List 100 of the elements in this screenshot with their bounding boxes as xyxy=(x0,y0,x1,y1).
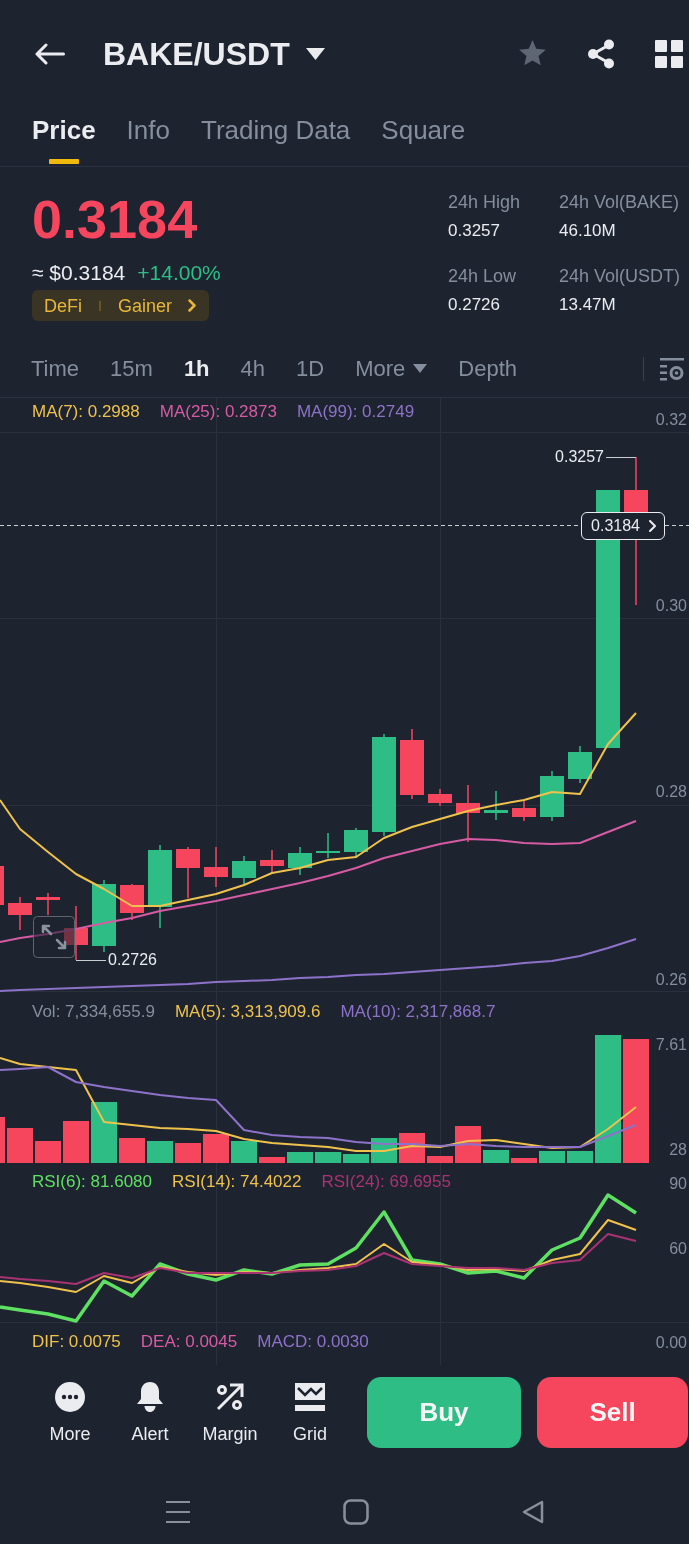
volume-bar xyxy=(539,1151,565,1163)
share-icon[interactable] xyxy=(587,39,615,69)
axis-label: 0.32 xyxy=(655,410,687,430)
interval-tab[interactable]: Time xyxy=(31,354,80,383)
stat-label: 24h Vol(BAKE) xyxy=(559,191,680,214)
interval-tab[interactable]: 15m xyxy=(110,354,153,383)
tab[interactable]: Info xyxy=(126,114,170,164)
expand-icon[interactable] xyxy=(33,916,75,958)
interval-tab[interactable]: 4h xyxy=(240,354,266,383)
caret-down-icon xyxy=(305,48,325,60)
stat-value: 0.2726 xyxy=(448,294,500,316)
volume-bar xyxy=(231,1141,257,1163)
legend-label: MA(99): 0.2749 xyxy=(296,402,415,422)
candle xyxy=(456,784,480,843)
tag-label: Gainer xyxy=(118,294,173,317)
legend-label: RSI(24): 69.6955 xyxy=(321,1172,451,1192)
back-arrow-icon[interactable] xyxy=(35,42,65,66)
legend-label: Vol: 7,334,655.9 xyxy=(32,1002,155,1022)
chart-settings-icon[interactable] xyxy=(660,356,684,381)
axis-label: 0.26 xyxy=(655,970,687,990)
volume-bar xyxy=(287,1152,313,1163)
legend-label: RSI(14): 74.4022 xyxy=(172,1172,302,1192)
legend-label: MA(10): 2,317,868.7 xyxy=(340,1002,496,1022)
candle xyxy=(428,788,452,807)
candle xyxy=(232,855,256,885)
leader-line xyxy=(75,960,107,961)
chevron-right-icon xyxy=(649,520,656,532)
candle xyxy=(260,849,284,874)
stat-label: 24h High xyxy=(448,191,521,214)
candle xyxy=(0,866,4,905)
candle xyxy=(400,728,424,800)
legend-label: RSI(6): 81.6080 xyxy=(32,1172,152,1192)
tab[interactable]: Square xyxy=(381,114,466,164)
tag-chip[interactable]: DeFi Gainer xyxy=(32,290,210,321)
low-price-label: 0.2726 xyxy=(108,950,157,970)
stat-label: 24h Low xyxy=(448,265,517,288)
axis-label: 60 xyxy=(669,1239,687,1259)
toolbar-button[interactable]: Margin xyxy=(195,1382,265,1445)
candle xyxy=(8,896,32,931)
stat-label: 24h Vol(USDT) xyxy=(559,265,681,288)
axis-label: 28 xyxy=(669,1140,687,1160)
volume-bar xyxy=(175,1143,201,1163)
volume-bar xyxy=(511,1158,537,1163)
toolbar-button[interactable]: Alert xyxy=(115,1382,185,1445)
volume-bar xyxy=(35,1141,61,1163)
axis-label: 0.28 xyxy=(655,782,687,802)
pair-selector[interactable]: BAKE/USDT xyxy=(103,34,325,74)
toolbar-button[interactable]: Grid xyxy=(275,1382,345,1445)
volume-bar xyxy=(455,1126,481,1163)
menu-icon[interactable] xyxy=(166,1501,190,1523)
candle xyxy=(512,800,536,822)
interval-tab[interactable]: 1h xyxy=(183,354,210,383)
volume-bar xyxy=(315,1152,341,1163)
volume-bar xyxy=(483,1150,509,1163)
volume-bar xyxy=(63,1121,89,1163)
candle xyxy=(288,846,312,876)
stat-value: 0.3257 xyxy=(448,220,500,242)
price-change: +14.00% xyxy=(137,260,221,286)
volume-bar xyxy=(7,1128,33,1163)
candle xyxy=(344,827,368,859)
axis-label: 7.61 xyxy=(655,1035,687,1055)
axis-label: 0.30 xyxy=(655,596,687,616)
leader-line xyxy=(605,457,637,458)
candle xyxy=(540,770,564,822)
legend-label: DEA: 0.0045 xyxy=(140,1332,238,1352)
tab[interactable]: Price xyxy=(32,114,96,164)
volume-bar xyxy=(427,1156,453,1163)
interval-tab[interactable]: 1D xyxy=(296,354,325,383)
candle xyxy=(204,846,228,888)
interval-tab[interactable]: Depth xyxy=(458,354,517,383)
legend-label: DIF: 0.0075 xyxy=(32,1332,121,1352)
volume-bar xyxy=(343,1154,369,1163)
legend-label: MA(5): 3,313,909.6 xyxy=(174,1002,321,1022)
bell-icon xyxy=(136,1382,164,1412)
volume-bar xyxy=(91,1102,117,1163)
axis-label: 0.00 xyxy=(655,1333,687,1353)
candle xyxy=(64,905,88,961)
tag-label: DeFi xyxy=(44,294,82,317)
legend-label: MACD: 0.0030 xyxy=(257,1332,369,1352)
candle xyxy=(176,846,200,899)
square-icon[interactable] xyxy=(343,1499,369,1525)
toolbar-button[interactable]: More xyxy=(35,1382,105,1445)
stat-value: 46.10M xyxy=(559,220,616,242)
interval-tab[interactable]: More xyxy=(355,354,428,383)
legend-label: MA(25): 0.2873 xyxy=(159,402,277,422)
chevron-right-icon xyxy=(188,299,197,312)
grid-icon[interactable] xyxy=(655,40,683,68)
tab[interactable]: Trading Data xyxy=(201,114,351,164)
candle xyxy=(484,790,508,821)
star-icon[interactable] xyxy=(518,40,547,68)
volume-bar xyxy=(147,1141,173,1163)
candle xyxy=(120,883,144,921)
back-icon[interactable] xyxy=(522,1500,544,1524)
trade-button[interactable]: Sell xyxy=(537,1377,688,1448)
stat-value: 13.47M xyxy=(559,294,616,316)
candle xyxy=(316,832,340,859)
percent-arrow-icon xyxy=(215,1382,245,1412)
candle xyxy=(568,745,592,784)
last-price-tag[interactable]: 0.3184 xyxy=(581,512,665,540)
volume-bar xyxy=(119,1138,145,1163)
